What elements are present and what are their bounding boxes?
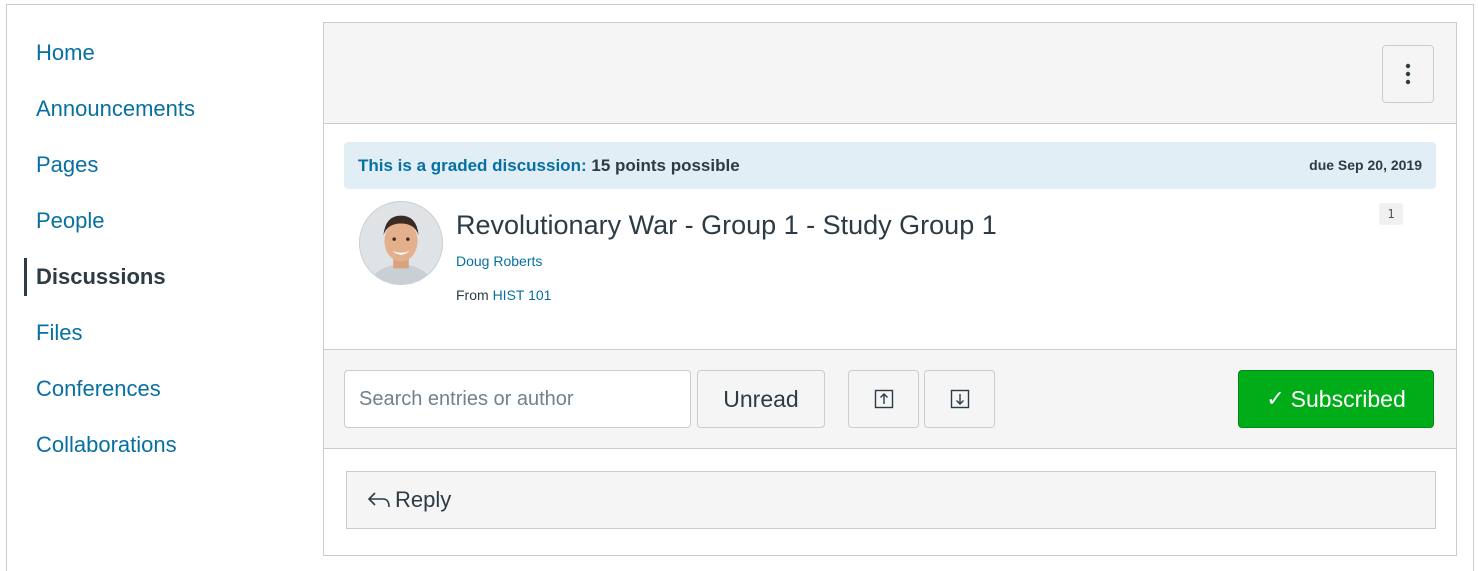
reply-label: Reply bbox=[395, 487, 452, 512]
discussion-filter-bar: Unread ✓ Subscribed bbox=[324, 349, 1456, 449]
sidebar-item-discussions[interactable]: Discussions bbox=[24, 254, 284, 310]
subscribed-label: Subscribed bbox=[1290, 385, 1406, 412]
expand-replies-icon bbox=[950, 389, 969, 409]
graded-label: This is a graded discussion: bbox=[358, 156, 587, 175]
user-photo-icon bbox=[360, 202, 442, 284]
discussion-title: Revolutionary War - Group 1 - Study Grou… bbox=[456, 210, 997, 240]
sidebar-item-pages[interactable]: Pages bbox=[24, 142, 284, 198]
course-navigation: Home Announcements Pages People Discussi… bbox=[24, 30, 284, 478]
author-link[interactable]: Doug Roberts bbox=[456, 253, 542, 269]
expand-replies-button[interactable] bbox=[924, 370, 995, 428]
discussion-panel: This is a graded discussion: 15 points p… bbox=[323, 22, 1457, 556]
sidebar-item-conferences[interactable]: Conferences bbox=[24, 366, 284, 422]
due-date: due Sep 20, 2019 bbox=[1309, 157, 1422, 173]
search-input[interactable] bbox=[344, 370, 691, 428]
unread-count-badge: 1 bbox=[1379, 203, 1403, 225]
options-menu-button[interactable] bbox=[1382, 45, 1434, 103]
sidebar-item-files[interactable]: Files bbox=[24, 310, 284, 366]
sidebar-item-people[interactable]: People bbox=[24, 198, 284, 254]
points-possible: 15 points possible bbox=[591, 156, 740, 175]
course-link[interactable]: HIST 101 bbox=[493, 287, 552, 303]
collapse-replies-button[interactable] bbox=[848, 370, 919, 428]
graded-discussion-banner: This is a graded discussion: 15 points p… bbox=[344, 142, 1436, 189]
sidebar-item-announcements[interactable]: Announcements bbox=[24, 86, 284, 142]
reply-arrow-icon bbox=[367, 492, 390, 508]
from-label: From bbox=[456, 287, 489, 303]
sidebar-item-home[interactable]: Home bbox=[24, 30, 284, 86]
course-source: From HIST 101 bbox=[456, 287, 551, 303]
collapse-replies-icon bbox=[874, 389, 893, 409]
sidebar-item-collaborations[interactable]: Collaborations bbox=[24, 422, 284, 478]
unread-filter-button[interactable]: Unread bbox=[697, 370, 825, 428]
checkmark-icon: ✓ bbox=[1266, 386, 1285, 411]
reply-box[interactable]: Reply bbox=[346, 471, 1436, 529]
subscribed-button[interactable]: ✓ Subscribed bbox=[1238, 370, 1434, 428]
discussion-toolbar bbox=[324, 23, 1456, 124]
avatar[interactable] bbox=[359, 201, 443, 285]
kebab-menu-icon bbox=[1405, 63, 1411, 85]
